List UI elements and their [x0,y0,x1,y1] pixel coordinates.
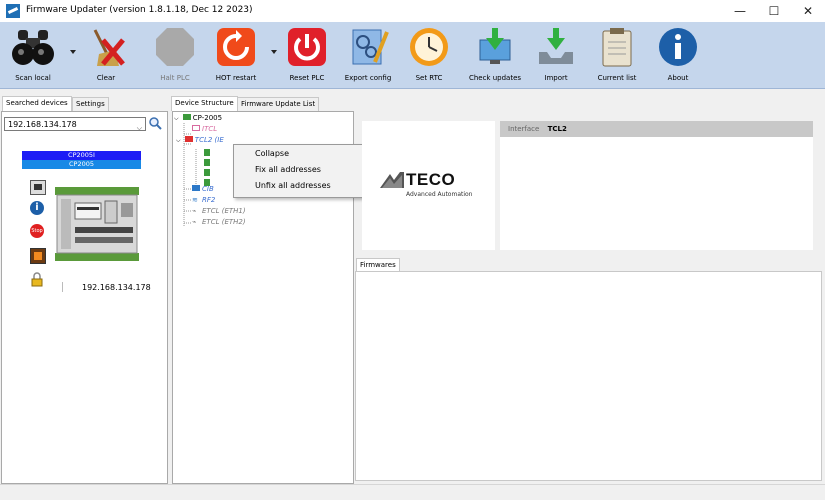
tree-label-itcl: ITCL [202,125,218,133]
clock-icon [408,26,450,68]
itcl-node-icon [192,125,200,131]
context-menu: Collapse Fix all addresses Unfix all add… [233,144,368,198]
restart-icon [215,26,257,68]
broom-clear-icon [85,26,127,68]
tab-firmware-update-list[interactable]: Firmware Update List [237,97,320,111]
current-list-button[interactable]: Current list [592,24,642,86]
check-updates-button[interactable]: Check updates [469,24,521,86]
menu-item-unfix-all-addresses[interactable]: Unfix all addresses [255,181,331,190]
firmwares-panel [355,271,822,481]
restart-dropdown-arrow-icon[interactable] [271,50,277,54]
menu-item-collapse[interactable]: Collapse [255,149,289,158]
minimize-button[interactable]: — [723,0,757,22]
ethernet-icon[interactable] [30,180,46,195]
stop-octagon-icon [154,26,196,68]
clear-button[interactable]: Clear [81,24,131,86]
hot-restart-label: HOT restart [215,74,257,82]
export-config-label: Export config [344,74,392,82]
clear-label: Clear [96,74,116,82]
toolbar: Scan local Clear Halt PLC HOT restart Re… [0,22,825,89]
teco-logo-mark-icon [380,172,404,188]
tree-node-etcl-eth1[interactable]: ⌁ ETCL (ETH1) [192,206,246,216]
tab-device-structure[interactable]: Device Structure [171,96,238,111]
firmware-chip-icon[interactable] [30,248,46,264]
close-button[interactable]: ✕ [791,0,825,22]
scan-dropdown-arrow-icon[interactable] [70,50,76,54]
set-rtc-button[interactable]: Set RTC [404,24,454,86]
device-info-icon[interactable]: i [30,201,44,215]
tree-node-cp2005[interactable]: ⌵ CP-2005 [174,113,222,124]
teco-logo-box: TECO Advanced Automation [362,121,495,250]
about-label: About [667,74,689,82]
interface-label: Interface [508,125,540,133]
set-rtc-label: Set RTC [415,74,443,82]
app-icon [6,4,20,18]
tree-label-etcl-eth1: ETCL (ETH1) [202,207,246,215]
tcl2-module-icons [204,147,210,187]
lock-icon[interactable] [30,272,45,287]
ip-select-value: 192.168.134.178 [8,120,77,129]
tab-settings[interactable]: Settings [72,97,109,111]
teco-logo-subtitle: Advanced Automation [406,191,473,198]
stop-icon[interactable]: Stop [30,224,44,238]
reset-plc-label: Reset PLC [289,74,325,82]
about-button[interactable]: About [653,24,703,86]
hot-restart-button[interactable]: HOT restart [211,24,261,86]
scan-local-button[interactable]: Scan local [8,24,58,86]
chevron-down-icon: ⌵ [136,124,142,132]
export-config-icon [347,26,389,68]
device-model-bar[interactable]: CP2005 [22,160,141,169]
info-icon [657,26,699,68]
export-config-button[interactable]: Export config [343,24,393,86]
menu-item-fix-all-addresses[interactable]: Fix all addresses [255,165,321,174]
device-ip-label: 192.168.134.178 [82,283,151,292]
halt-plc-button[interactable]: Halt PLC [150,24,200,86]
tree-label-cib: CIB [202,185,214,193]
window-title: Firmware Updater (version 1.8.1.18, Dec … [26,5,253,15]
ethernet-port-icon: ⌁ [192,218,197,226]
halt-plc-label: Halt PLC [160,74,190,82]
reset-plc-button[interactable]: Reset PLC [282,24,332,86]
plc-device-image [53,183,141,267]
device-name-bar[interactable]: CP2005I [22,151,141,160]
status-bar [0,484,825,500]
tree-node-itcl[interactable]: ITCL [192,124,217,134]
import-button[interactable]: Import [531,24,581,86]
interface-value: TCL2 [547,125,567,133]
tree-node-rf2[interactable]: ≋ RF2 [192,195,215,205]
monitor-download-icon [474,26,516,68]
tree-node-cib[interactable]: CIB [192,184,214,194]
expand-chevron-icon[interactable]: ⌵ [174,115,179,122]
import-label: Import [544,74,568,82]
cib-node-icon [192,185,200,191]
interface-panel: Interface TCL2 [500,121,813,250]
tab-searched-devices[interactable]: Searched devices [2,96,72,111]
ethernet-port-icon: ⌁ [192,207,197,215]
wifi-icon: ≋ [192,196,198,204]
interface-header: Interface TCL2 [500,121,813,137]
teco-logo-text: TECO [406,170,456,189]
tree-label-cp2005: CP-2005 [192,114,223,122]
tree-label-rf2: RF2 [202,196,216,204]
tree-label-tcl2: TCL2 (IE [194,136,224,144]
check-updates-label: Check updates [468,74,522,82]
plc-node-icon [182,114,191,120]
clipboard-icon [596,26,638,68]
title-bar: Firmware Updater (version 1.8.1.18, Dec … [0,0,825,23]
tree-label-etcl-eth2: ETCL (ETH2) [202,218,246,226]
search-icon[interactable] [148,116,162,130]
expand-chevron-icon[interactable]: ⌵ [176,137,181,144]
import-tray-icon [535,26,577,68]
maximize-button[interactable]: ☐ [757,0,791,22]
current-list-label: Current list [597,74,637,82]
tcl2-node-icon [184,136,193,142]
power-icon [286,26,328,68]
ip-divider [62,282,63,292]
scan-local-label: Scan local [15,74,51,82]
tree-node-tcl2[interactable]: ⌵ TCL2 (IE [176,135,224,146]
tree-node-etcl-eth2[interactable]: ⌁ ETCL (ETH2) [192,217,246,227]
ip-select[interactable]: 192.168.134.178 ⌵ [4,117,146,132]
binoculars-icon [12,26,54,68]
